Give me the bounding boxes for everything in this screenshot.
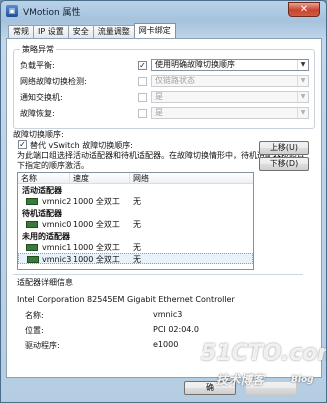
policy-exceptions-label: 策略异常 bbox=[20, 44, 56, 55]
notify-switches-label: 通知交换机: bbox=[20, 93, 63, 102]
chevron-down-icon: ▼ bbox=[297, 60, 308, 70]
failover-order-label: 故障切换顺序: bbox=[13, 130, 64, 139]
adapter-driver-label: 驱动程序: bbox=[25, 341, 60, 350]
tab-traffic-shaping[interactable]: 流量调整 bbox=[92, 25, 135, 38]
override-failover-checkbox[interactable]: ✓ bbox=[18, 140, 27, 149]
load-balancing-select[interactable]: 使用明确故障切换顺序 ▼ bbox=[151, 59, 309, 71]
tab-general[interactable]: 常规 bbox=[8, 25, 34, 38]
tab-strip: 常规 IP 设置 安全 流量调整 网卡绑定 bbox=[8, 23, 176, 38]
move-up-button[interactable]: 上移(U) bbox=[259, 141, 309, 155]
watermark-sub: 技术博客 bbox=[216, 373, 265, 387]
list-item-vmnic1[interactable]: vmnic1 1000 全双工 无 bbox=[18, 242, 253, 253]
adapter-name-value: vmnic3 bbox=[153, 310, 183, 319]
tab-security[interactable]: 安全 bbox=[67, 25, 94, 38]
list-item-vmnic2[interactable]: vmnic2 1000 全双工 无 bbox=[18, 196, 253, 207]
col-speed[interactable]: 速度 bbox=[70, 173, 130, 184]
adapter-details-label: 适配器详细信息 bbox=[17, 278, 73, 287]
watermark-site: 51CTO.com bbox=[201, 341, 327, 366]
window-title: VMotion 属性 bbox=[23, 8, 81, 18]
adapter-location-value: PCI 02:04.0 bbox=[153, 325, 199, 334]
vmware-app-icon: ▣ bbox=[6, 5, 18, 17]
nic-icon bbox=[26, 198, 38, 205]
chevron-down-icon: ▼ bbox=[297, 92, 308, 102]
move-down-button[interactable]: 下移(D) bbox=[259, 157, 309, 171]
chevron-down-icon: ▼ bbox=[297, 76, 308, 86]
failback-select[interactable]: 是 ▼ bbox=[151, 107, 309, 119]
load-balancing-label: 负载平衡: bbox=[20, 61, 55, 70]
failure-detection-label: 网络故障切换检测: bbox=[20, 77, 87, 86]
failure-detection-checkbox[interactable] bbox=[138, 77, 147, 86]
adapter-controller-text: Intel Corporation 82545EM Gigabit Ethern… bbox=[17, 295, 235, 304]
close-button[interactable]: ✕ bbox=[288, 2, 320, 17]
col-network[interactable]: 网络 bbox=[130, 173, 253, 184]
override-failover-label: 替代 vSwitch 故障切换顺序: bbox=[30, 141, 133, 150]
notify-switches-checkbox[interactable] bbox=[138, 93, 147, 102]
policy-exceptions-group: 策略异常 负载平衡: ✓ 使用明确故障切换顺序 ▼ 网络故障切换检测: 仅链路状态… bbox=[13, 44, 315, 129]
tab-ip-settings[interactable]: IP 设置 bbox=[33, 25, 69, 38]
load-balancing-checkbox[interactable]: ✓ bbox=[138, 61, 147, 70]
list-header: 名称 速度 网络 bbox=[18, 173, 253, 184]
nic-icon bbox=[26, 244, 38, 251]
tab-nic-teaming[interactable]: 网卡绑定 bbox=[133, 23, 176, 38]
title-bar: ▣ VMotion 属性 ✕ bbox=[1, 1, 326, 21]
nic-icon bbox=[27, 256, 39, 263]
list-item-vmnic3[interactable]: vmnic3 1000 全双工 无 bbox=[18, 253, 253, 264]
adapter-driver-value: e1000 bbox=[153, 340, 179, 349]
nic-icon bbox=[26, 221, 38, 228]
properties-window: ▣ VMotion 属性 ✕ 常规 IP 设置 安全 流量调整 网卡绑定 策略异… bbox=[0, 0, 327, 403]
section-unused: 未用的适配器 bbox=[22, 232, 70, 241]
section-standby: 待机适配器 bbox=[22, 209, 62, 218]
chevron-down-icon: ▼ bbox=[297, 108, 308, 118]
list-item-vmnic0[interactable]: vmnic0 1000 全双工 无 bbox=[18, 219, 253, 230]
failure-detection-select[interactable]: 仅链路状态 ▼ bbox=[151, 75, 309, 87]
failback-label: 故障恢复: bbox=[20, 109, 55, 118]
adapter-order-list[interactable]: 名称 速度 网络 活动适配器 vmnic2 1000 全双工 无 待机适配器 v… bbox=[17, 172, 254, 270]
section-active: 活动适配器 bbox=[22, 186, 62, 195]
notify-switches-select[interactable]: 是 ▼ bbox=[151, 91, 309, 103]
divider bbox=[13, 274, 303, 275]
failback-checkbox[interactable] bbox=[138, 109, 147, 118]
col-name[interactable]: 名称 bbox=[18, 173, 70, 184]
adapter-location-label: 位置: bbox=[25, 326, 44, 335]
adapter-name-label: 名称: bbox=[25, 311, 44, 320]
watermark-blog: Blog bbox=[291, 375, 314, 385]
nic-teaming-panel: 策略异常 负载平衡: ✓ 使用明确故障切换顺序 ▼ 网络故障切换检测: 仅链路状态… bbox=[6, 38, 322, 378]
